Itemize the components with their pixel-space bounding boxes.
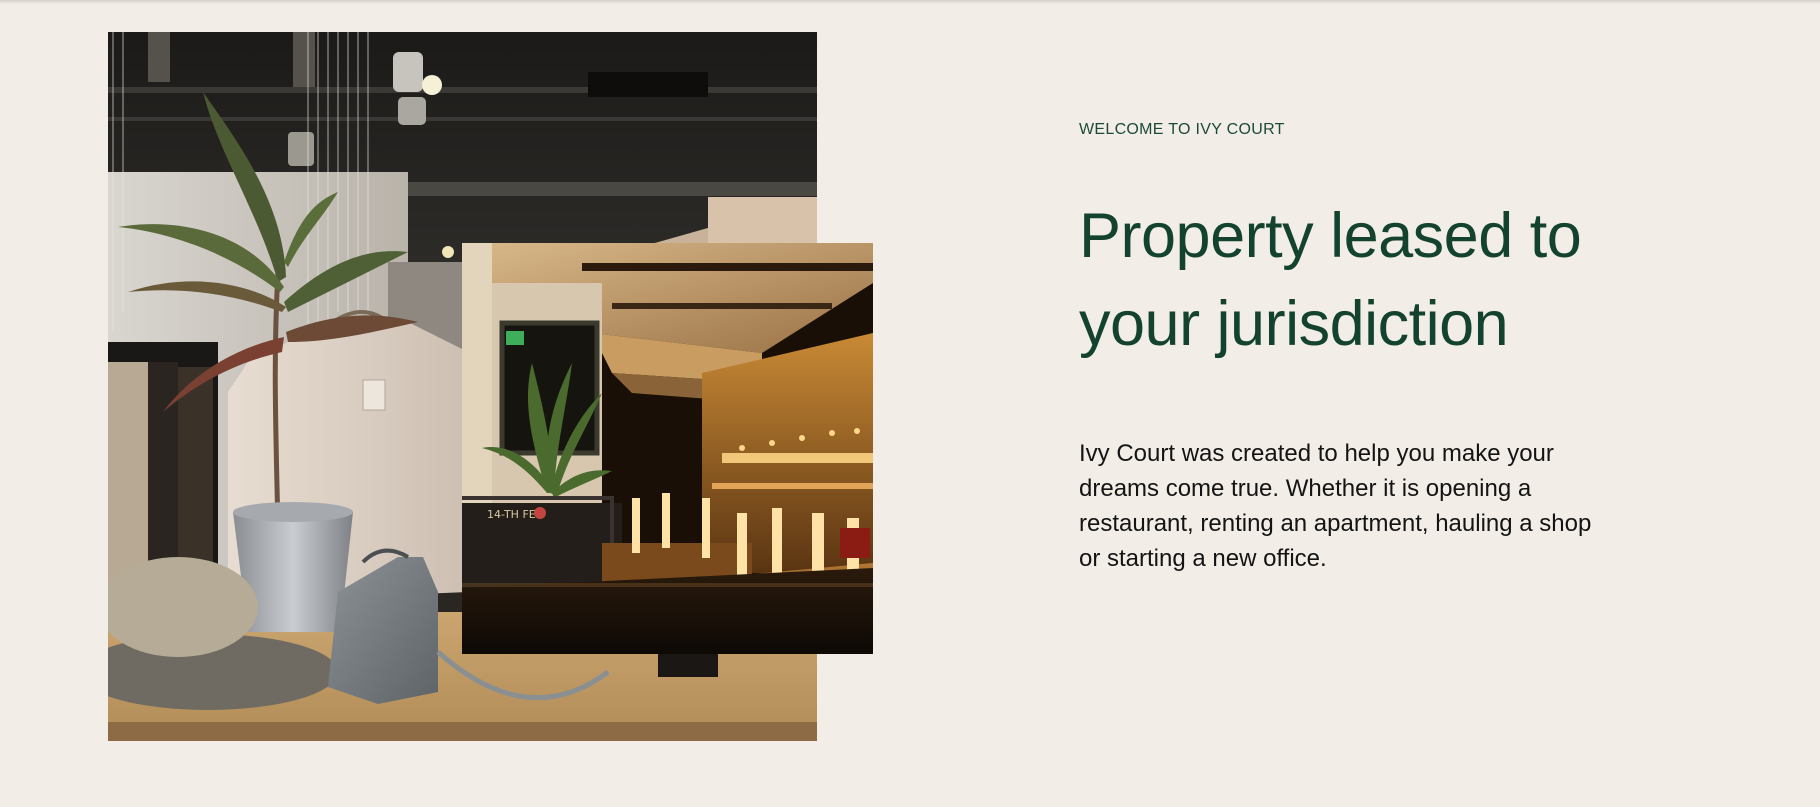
restaurant-bar-photo: 14-TH FEB <box>462 243 873 654</box>
intro-paragraph: Ivy Court was created to help you make y… <box>1079 440 1592 572</box>
eyebrow-label: WELCOME TO IVY COURT <box>1079 121 1285 138</box>
header-shadow <box>0 0 1820 4</box>
headline-line-1: Property leased to <box>1079 201 1582 271</box>
bar-illustration: 14-TH FEB <box>462 243 873 654</box>
intro-text-column: WELCOME TO IVY COURT Property leased to … <box>1079 110 1639 576</box>
page-headline: Property leased to your jurisdiction <box>1079 192 1639 368</box>
headline-line-2: your jurisdiction <box>1079 289 1509 359</box>
